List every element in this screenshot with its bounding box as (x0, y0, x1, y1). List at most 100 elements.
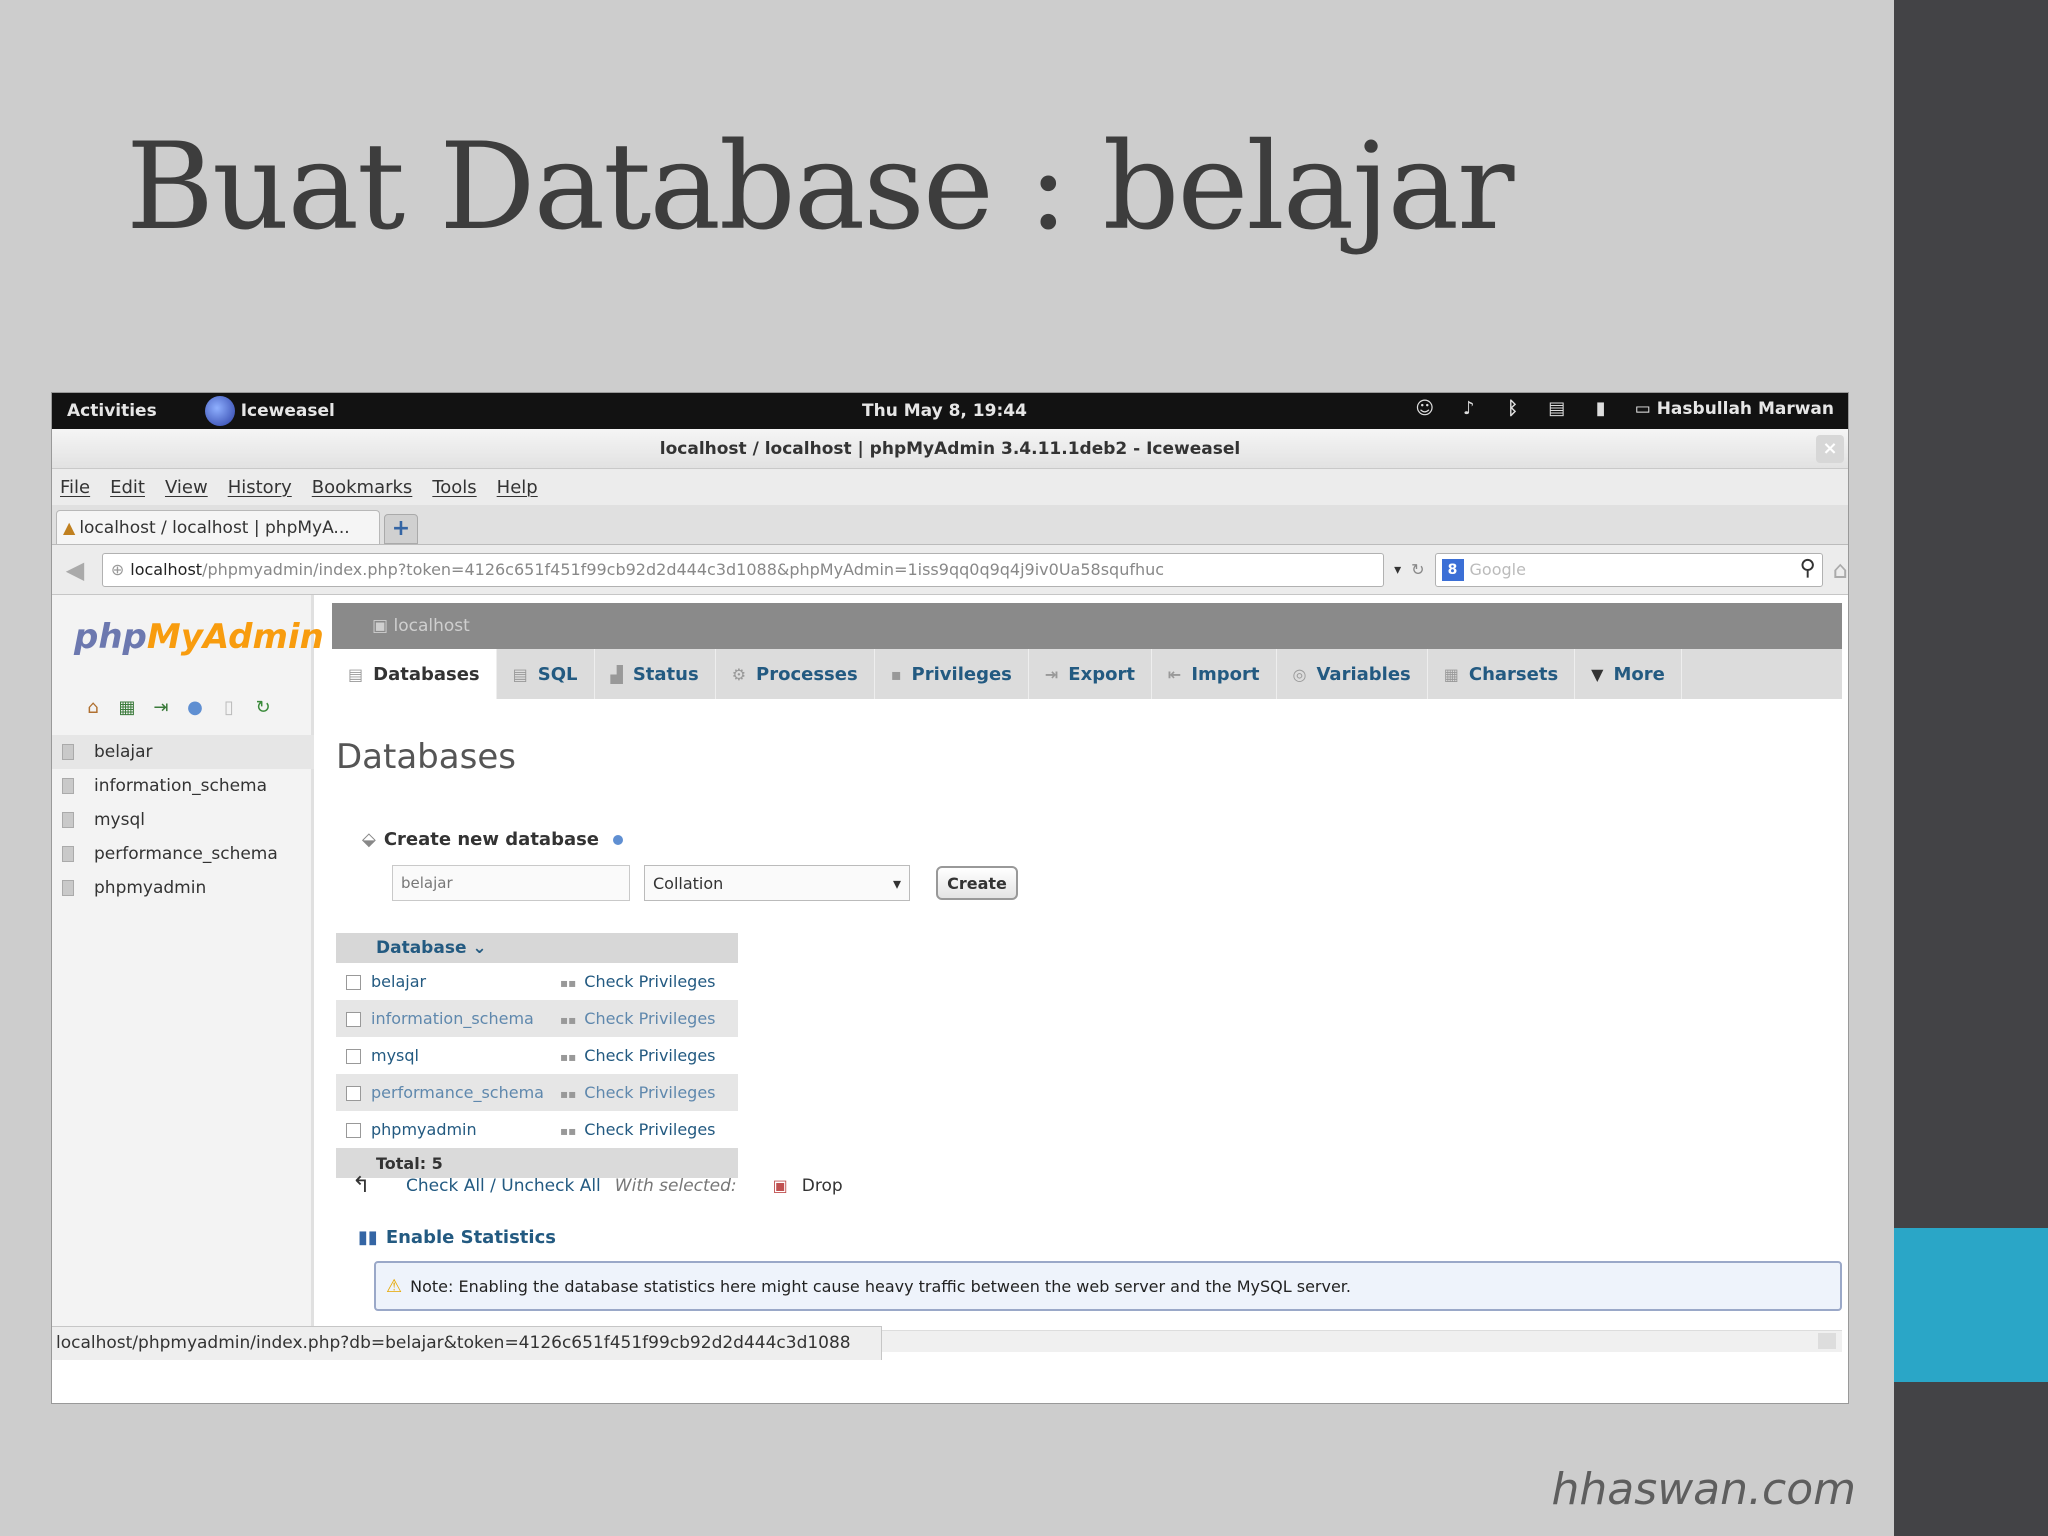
database-link[interactable]: mysql (371, 1046, 419, 1065)
sql-query-icon[interactable]: ▦ (116, 697, 138, 719)
tab-label: Export (1068, 663, 1135, 685)
new-tab-button[interactable]: + (384, 514, 418, 544)
user-menu[interactable]: ▭ Hasbullah Marwan (1635, 399, 1834, 419)
sidebar-item-label: performance_schema (94, 844, 278, 864)
tab-import[interactable]: ⇤ Import (1152, 649, 1277, 699)
drop-icon[interactable]: ▣ (773, 1176, 788, 1195)
tab-processes[interactable]: ⚙ Processes (716, 649, 875, 699)
processes-icon: ⚙ (731, 664, 747, 684)
search-icon[interactable]: ⚲ (1800, 556, 1816, 581)
check-privileges-link[interactable]: Check Privileges (584, 1083, 715, 1102)
enable-statistics[interactable]: ▮▮ Enable Statistics (358, 1227, 556, 1248)
table-row: information_schema ▪▪ Check Privileges (336, 1000, 738, 1037)
tab-more[interactable]: ▼ More (1575, 649, 1682, 699)
tab-charsets[interactable]: ▦ Charsets (1428, 649, 1576, 699)
drop-button[interactable]: Drop (802, 1176, 843, 1196)
slide-footer-brand: hhaswan.com (1551, 1464, 1856, 1515)
check-privileges-link[interactable]: Check Privileges (584, 1046, 715, 1065)
search-engine-icon[interactable]: 8 (1441, 558, 1464, 581)
search-bar[interactable]: 8 Google ⚲ (1434, 552, 1823, 587)
row-checkbox[interactable] (346, 975, 361, 990)
network-icon[interactable]: ▤ (1547, 399, 1567, 419)
create-database-icon: ⬙ (362, 829, 376, 850)
menu-history[interactable]: History (228, 477, 292, 498)
arrow-up-icon: ↰ (352, 1173, 371, 1198)
back-arrow-icon[interactable]: ◀ (58, 553, 92, 587)
chevron-down-icon: ▼ (1591, 664, 1604, 684)
collation-selected: Collation (653, 873, 724, 893)
volume-icon[interactable]: ♪ (1459, 399, 1479, 419)
menu-view[interactable]: View (165, 477, 208, 498)
reload-icon[interactable]: ↻ (252, 697, 274, 719)
phpmyadmin-logo[interactable]: phpMyAdmin (74, 617, 324, 657)
app-menu[interactable]: Iceweasel (204, 396, 335, 426)
tab-label: localhost / localhost | phpMyA... (79, 517, 350, 538)
charsets-icon: ▦ (1443, 664, 1459, 684)
browser-tab[interactable]: ▲ localhost / localhost | phpMyA... (56, 510, 380, 544)
table-row: performance_schema ▪▪ Check Privileges (336, 1074, 738, 1111)
sidebar-item-phpmyadmin[interactable]: phpmyadmin (52, 871, 314, 905)
screenshot-window: Activities Iceweasel Thu May 8, 19:44 ☺ … (51, 392, 1849, 1404)
bluetooth-icon[interactable]: ᛒ (1503, 399, 1523, 419)
breadcrumb-server[interactable]: localhost (393, 616, 469, 636)
status-bar: localhost/phpmyadmin/index.php?db=belaja… (52, 1326, 882, 1360)
site-identity-icon[interactable]: ⊕ (111, 560, 124, 579)
menu-edit[interactable]: Edit (110, 477, 145, 498)
row-checkbox[interactable] (346, 1049, 361, 1064)
reload-icon[interactable]: ↻ (1411, 560, 1424, 579)
databases-table: Database ⌄ belajar ▪▪ Check Privileges inf… (336, 933, 738, 1178)
privileges-icon: ▪▪ (560, 1013, 577, 1027)
create-button[interactable]: Create (936, 866, 1018, 900)
check-all-link[interactable]: Check All / Uncheck All (406, 1176, 601, 1196)
wiki-icon[interactable]: ▯ (218, 697, 240, 719)
window-title: localhost / localhost | phpMyAdmin 3.4.1… (659, 439, 1241, 459)
sidebar-item-belajar[interactable]: belajar (52, 735, 314, 769)
sidebar-item-performance-schema[interactable]: performance_schema (52, 837, 314, 871)
sidebar-item-information-schema[interactable]: information_schema (52, 769, 314, 803)
database-name-input[interactable] (392, 865, 630, 901)
tab-strip: ▲ localhost / localhost | phpMyA... + (52, 505, 1848, 545)
tab-databases[interactable]: ▤ Databases (332, 649, 497, 699)
check-privileges-link[interactable]: Check Privileges (584, 1120, 715, 1139)
menu-help[interactable]: Help (497, 477, 538, 498)
check-privileges-link[interactable]: Check Privileges (584, 972, 715, 991)
table-header-database[interactable]: Database ⌄ (336, 933, 560, 963)
battery-icon[interactable]: ▮ (1591, 399, 1611, 419)
tab-label: Databases (373, 663, 480, 685)
tab-status[interactable]: ▟ Status (595, 649, 716, 699)
clock[interactable]: Thu May 8, 19:44 (862, 401, 1027, 421)
tab-label: Status (632, 663, 699, 685)
logout-icon[interactable]: ⇥ (150, 697, 172, 719)
row-checkbox[interactable] (346, 1012, 361, 1027)
tab-privileges[interactable]: ▪ Privileges (875, 649, 1029, 699)
docs-icon[interactable]: ● (184, 697, 206, 719)
row-checkbox[interactable] (346, 1123, 361, 1138)
create-database-heading: ⬙ Create new database (362, 829, 624, 850)
menu-tools[interactable]: Tools (432, 477, 476, 498)
sidebar-item-mysql[interactable]: mysql (52, 803, 314, 837)
gnome-top-bar: Activities Iceweasel Thu May 8, 19:44 ☺ … (52, 393, 1848, 429)
collation-select[interactable]: Collation ▾ (644, 865, 910, 901)
check-privileges-link[interactable]: Check Privileges (584, 1009, 715, 1028)
row-checkbox[interactable] (346, 1086, 361, 1101)
database-link[interactable]: information_schema (371, 1009, 534, 1028)
tab-sql[interactable]: ▤ SQL (497, 649, 595, 699)
database-link[interactable]: belajar (371, 972, 426, 991)
server-tabs: ▤ Databases ▤ SQL ▟ Status ⚙ Processes ▪ Priv… (332, 649, 1842, 699)
tab-variables[interactable]: ◎ Variables (1277, 649, 1428, 699)
menu-bookmarks[interactable]: Bookmarks (312, 477, 413, 498)
warning-icon: ⚠ (386, 1275, 403, 1297)
url-bar[interactable]: ⊕ localhost/phpmyadmin/index.php?token=4… (101, 552, 1385, 587)
menu-file[interactable]: File (60, 477, 90, 498)
close-window-button[interactable]: × (1816, 435, 1844, 463)
accessibility-icon[interactable]: ☺ (1415, 399, 1435, 419)
help-icon[interactable] (613, 834, 624, 845)
home-icon[interactable]: ⌂ (1833, 556, 1848, 584)
enable-statistics-link[interactable]: Enable Statistics (386, 1227, 556, 1248)
tab-export[interactable]: ⇥ Export (1029, 649, 1152, 699)
database-link[interactable]: performance_schema (371, 1083, 544, 1102)
home-icon[interactable]: ⌂ (82, 697, 104, 719)
url-dropdown-icon[interactable]: ▾ (1394, 562, 1401, 578)
database-link[interactable]: phpmyadmin (371, 1120, 477, 1139)
activities-button[interactable]: Activities (67, 401, 157, 421)
